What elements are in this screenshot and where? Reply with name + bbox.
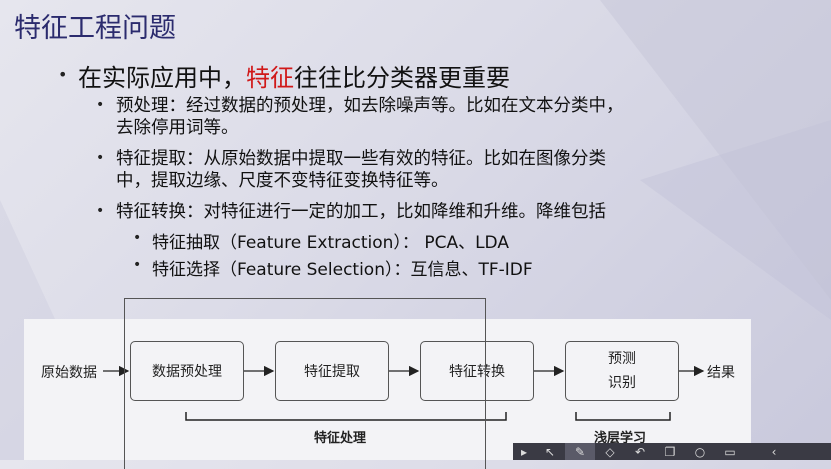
- main-point-highlight: 特征: [246, 64, 294, 92]
- sub-point-transform: 特征转换：对特征进行一定的加工，比如降维和升维。降维包括: [116, 201, 606, 223]
- undo-icon[interactable]: ↶: [625, 443, 655, 460]
- eraser-icon[interactable]: ◇: [595, 443, 625, 460]
- pointer-icon[interactable]: ↖: [535, 443, 565, 460]
- sub-sub-point-selection: 特征选择（Feature Selection）：互信息、TF-IDF: [152, 260, 533, 280]
- sub-point-extraction: 特征提取：从原始数据中提取一些有效的特征。比如在图像分类 中，提取边缘、尺度不变…: [116, 148, 606, 192]
- bullet-dot: •: [96, 97, 105, 113]
- overlay-frame: [124, 298, 486, 469]
- presentation-toolbar: ▸ ↖ ✎ ◇ ↶ ❐ ○ ▭ ‹: [513, 443, 831, 460]
- pen-icon[interactable]: ✎: [565, 443, 595, 460]
- predict-line2: 识别: [608, 375, 636, 391]
- sub-point-line: 预处理：经过数据的预处理，如去除噪声等。比如在文本分类中，: [116, 96, 624, 116]
- sub-point-line: 去除停用词等。: [116, 118, 239, 138]
- slide-title: 特征工程问题: [14, 13, 176, 44]
- sub-sub-point-extraction: 特征抽取（Feature Extraction）： PCA、LDA: [152, 233, 509, 253]
- input-label: 原始数据: [41, 365, 97, 381]
- sub-point-line: 中，提取边缘、尺度不变特征变换特征等。: [116, 171, 449, 191]
- bullet-dot: •: [133, 257, 142, 273]
- main-point: 在实际应用中，特征往往比分类器更重要: [78, 58, 510, 93]
- play-icon[interactable]: ▸: [513, 443, 535, 460]
- predict-line1: 预测: [608, 351, 636, 367]
- box-predict: 预测 识别: [565, 341, 679, 401]
- back-icon[interactable]: ‹: [759, 443, 789, 460]
- sub-point-line: 特征转换：对特征进行一定的加工，比如降维和升维。降维包括: [116, 202, 606, 222]
- bullet-dot: •: [96, 203, 105, 219]
- sub-point-line: 特征提取：从原始数据中提取一些有效的特征。比如在图像分类: [116, 149, 606, 169]
- bullet-dot: •: [58, 65, 68, 84]
- zoom-icon[interactable]: ○: [685, 443, 715, 460]
- copy-icon[interactable]: ❐: [655, 443, 685, 460]
- output-label: 结果: [707, 365, 735, 381]
- main-point-suffix: 往往比分类器更重要: [294, 64, 510, 92]
- bullet-dot: •: [96, 150, 105, 166]
- main-point-prefix: 在实际应用中，: [78, 64, 246, 92]
- screen-icon[interactable]: ▭: [715, 443, 745, 460]
- sub-point-preprocess: 预处理：经过数据的预处理，如去除噪声等。比如在文本分类中， 去除停用词等。: [116, 95, 624, 139]
- bullet-dot: •: [133, 230, 142, 246]
